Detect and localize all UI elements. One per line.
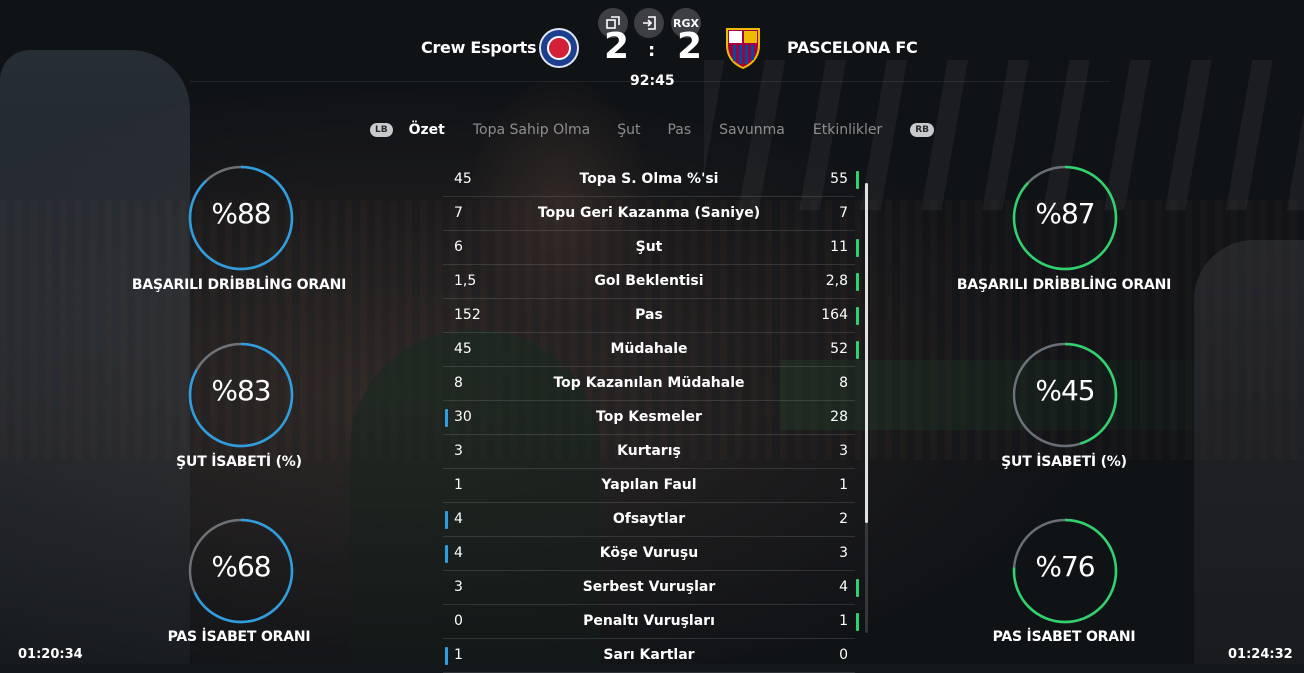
- stat-away-value: 2: [839, 511, 848, 527]
- stat-row: 3 Serbest Vuruşlar 4: [443, 571, 859, 605]
- stat-row: 7 Topu Geri Kazanma (Saniye) 7: [443, 197, 855, 231]
- away-lead-marker: [856, 613, 859, 631]
- stat-row: 1 Sarı Kartlar 0: [443, 639, 855, 673]
- away-score: 2: [677, 26, 703, 67]
- away-team-name: PASCELONA FC: [787, 38, 918, 57]
- stat-away-value: 8: [839, 375, 848, 391]
- stat-name: Ofsaytlar: [612, 511, 686, 527]
- stats-table: 45 Topa S. Olma %'si 55 7 Topu Geri Kazanma …: [443, 163, 859, 673]
- stat-away-value: 11: [830, 239, 848, 255]
- home-dribbling-ring: %88: [186, 163, 296, 273]
- tab-topa-sahip-olma[interactable]: Topa Sahip Olma: [473, 122, 590, 138]
- lb-bumper-icon[interactable]: LB: [370, 123, 393, 137]
- home-crest: [539, 28, 579, 68]
- stat-away-value: 2,8: [825, 273, 848, 289]
- away-crest: [726, 28, 760, 69]
- stat-row: 152 Pas 164: [443, 299, 859, 333]
- stat-away-value: 164: [821, 307, 848, 323]
- home-pass-accuracy-label: PAS İSABET ORANI: [167, 629, 311, 645]
- stat-name: Gol Beklentisi: [594, 273, 704, 289]
- away-pass-accuracy-ring: %76: [1010, 516, 1120, 626]
- stat-away-value: 0: [839, 647, 848, 663]
- tab-savunma[interactable]: Savunma: [719, 122, 785, 138]
- stat-away-value: 7: [839, 205, 848, 221]
- stat-name: Yapılan Faul: [601, 477, 697, 493]
- stat-name: Penaltı Vuruşları: [583, 613, 715, 629]
- away-dribbling-label: BAŞARILI DRİBBLİNG ORANI: [956, 277, 1172, 293]
- stat-row: 8 Top Kazanılan Müdahale 8: [443, 367, 855, 401]
- stat-name: Topa S. Olma %'si: [579, 171, 719, 187]
- scoreboard-header: RGX Crew Esports 2 : 2 PASCELONA FC 92:4…: [0, 0, 1304, 89]
- stat-name: Kurtarış: [617, 443, 681, 459]
- rb-bumper-icon[interactable]: RB: [910, 123, 935, 137]
- away-shot-accuracy-value: %45: [1035, 374, 1095, 407]
- stat-row: 4 Köşe Vuruşu 3: [443, 537, 855, 571]
- stat-row: 0 Penaltı Vuruşları 1: [443, 605, 859, 639]
- away-lead-marker: [856, 273, 859, 291]
- tab-etkinlikler[interactable]: Etkinlikler: [813, 122, 882, 138]
- stat-name: Top Kesmeler: [596, 409, 702, 425]
- stat-name: Şut: [635, 239, 663, 255]
- stat-away-value: 52: [830, 341, 848, 357]
- stat-name: Top Kazanılan Müdahale: [553, 375, 745, 391]
- away-shot-accuracy-label: ŞUT İSABETİ (%): [1001, 454, 1127, 470]
- tab-ozet[interactable]: Özet: [409, 122, 445, 138]
- stat-row: 30 Top Kesmeler 28: [443, 401, 855, 435]
- stat-name: Serbest Vuruşlar: [582, 579, 716, 595]
- header-divider: [190, 81, 1110, 82]
- stat-away-value: 3: [839, 443, 848, 459]
- away-lead-marker: [856, 239, 859, 257]
- exit-button[interactable]: [634, 8, 664, 38]
- stat-row: 3 Kurtarış 3: [443, 435, 855, 469]
- stat-away-value: 1: [839, 477, 848, 493]
- home-dribbling-label: BAŞARILI DRİBBLİNG ORANI: [131, 277, 347, 293]
- home-shot-accuracy-label: ŞUT İSABETİ (%): [176, 454, 302, 470]
- home-team-name: Crew Esports: [421, 38, 537, 57]
- away-lead-marker: [856, 341, 859, 359]
- home-shot-accuracy-value: %83: [211, 374, 271, 407]
- home-dribbling-value: %88: [211, 197, 271, 230]
- scrollbar-thumb[interactable]: [865, 183, 868, 523]
- exit-icon: [643, 16, 656, 30]
- stat-row: 6 Şut 11: [443, 231, 859, 265]
- stat-away-value: 28: [830, 409, 848, 425]
- away-dribbling-value: %87: [1035, 197, 1095, 230]
- stat-name: Köşe Vuruşu: [599, 545, 699, 561]
- home-shot-accuracy-ring: %83: [186, 340, 296, 450]
- stat-name: Müdahale: [610, 341, 688, 357]
- stat-row: 1,5 Gol Beklentisi 2,8: [443, 265, 859, 299]
- stat-away-value: 55: [830, 171, 848, 187]
- away-dribbling-ring: %87: [1010, 163, 1120, 273]
- stat-name: Sarı Kartlar: [603, 647, 695, 663]
- right-clock: 01:24:32: [1228, 647, 1293, 662]
- home-pass-accuracy-ring: %68: [186, 516, 296, 626]
- away-lead-marker: [856, 579, 859, 597]
- stat-away-value: 4: [839, 579, 848, 595]
- stat-away-value: 3: [839, 545, 848, 561]
- stat-away-value: 1: [839, 613, 848, 629]
- stat-row: 45 Müdahale 52: [443, 333, 859, 367]
- stat-row: 1 Yapılan Faul 1: [443, 469, 855, 503]
- away-pass-accuracy-value: %76: [1035, 550, 1095, 583]
- away-lead-marker: [856, 307, 859, 325]
- away-shot-accuracy-ring: %45: [1010, 340, 1120, 450]
- stat-row: 4 Ofsaytlar 2: [443, 503, 855, 537]
- away-pass-accuracy-label: PAS İSABET ORANI: [992, 629, 1136, 645]
- stats-tab-bar: LB Özet Topa Sahip Olma Şut Pas Savunma …: [370, 118, 935, 142]
- stat-row: 45 Topa S. Olma %'si 55: [443, 163, 859, 197]
- home-score: 2: [604, 26, 630, 67]
- home-pass-accuracy-value: %68: [211, 550, 271, 583]
- away-lead-marker: [856, 171, 859, 189]
- stat-name: Pas: [635, 307, 663, 323]
- tab-sut[interactable]: Şut: [617, 122, 640, 138]
- score-separator: :: [648, 40, 656, 61]
- tab-pas[interactable]: Pas: [667, 122, 691, 138]
- stat-name: Topu Geri Kazanma (Saniye): [537, 205, 761, 221]
- left-clock: 01:20:34: [18, 647, 83, 662]
